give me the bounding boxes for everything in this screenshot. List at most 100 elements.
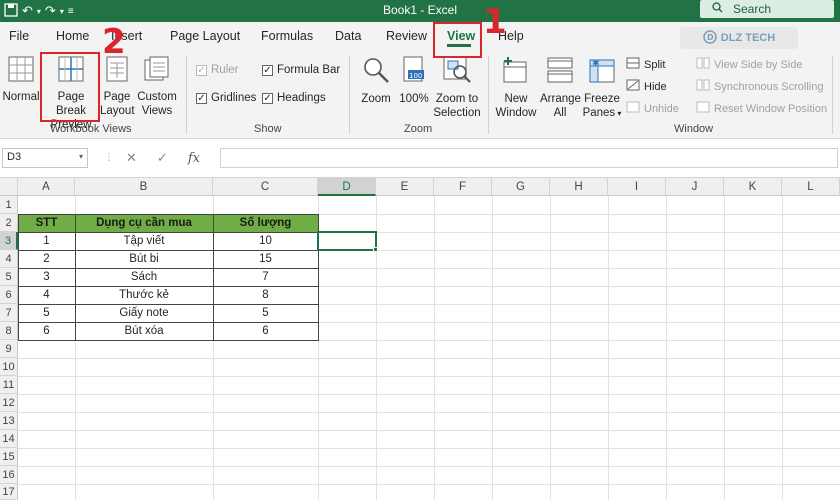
unhide-button[interactable]: Unhide (626, 101, 679, 116)
fill-handle[interactable] (373, 247, 378, 252)
gridline (608, 196, 609, 500)
gridline (18, 394, 840, 395)
column-header[interactable]: F (434, 178, 492, 196)
split-button[interactable]: Split (626, 57, 665, 72)
zoom-100-button[interactable]: 100 100% (398, 56, 430, 106)
row-header[interactable]: 17 (0, 484, 18, 500)
tab-home[interactable]: Home (56, 29, 89, 43)
row-header[interactable]: 8 (0, 322, 18, 340)
zoom-button[interactable]: Zoom (358, 56, 394, 106)
reset-position-icon (696, 101, 710, 116)
gridlines-label: Gridlines (211, 92, 257, 104)
zoom-group-label: Zoom (404, 123, 433, 135)
custom-views-label-2: Views (141, 105, 173, 117)
row-header[interactable]: 13 (0, 412, 18, 430)
row-header[interactable]: 2 (0, 214, 18, 232)
custom-views-icon (136, 56, 178, 86)
zoom-to-selection-label-2: Selection (433, 107, 481, 119)
search-label: Search (733, 2, 772, 16)
row-header-selected[interactable]: 3 (0, 232, 18, 250)
table-border (18, 232, 319, 233)
row-header[interactable]: 7 (0, 304, 18, 322)
cancel-icon[interactable]: ✕ (126, 150, 137, 166)
row-header[interactable]: 16 (0, 466, 18, 484)
normal-view-button[interactable]: Normal (2, 56, 40, 104)
tab-data[interactable]: Data (335, 29, 361, 43)
select-all-corner[interactable] (0, 178, 18, 196)
sync-scroll-label: Synchronous Scrolling (714, 80, 824, 93)
zoom-to-selection-label-1: Zoom to (435, 93, 479, 105)
column-header[interactable]: G (492, 178, 550, 196)
brand-watermark: D DLZ TECH (680, 27, 798, 49)
enter-icon[interactable]: ✓ (157, 150, 168, 166)
tab-review[interactable]: Review (386, 29, 427, 43)
synchronous-scrolling-button[interactable]: Synchronous Scrolling (696, 79, 823, 94)
zoom-100-label: 100% (399, 93, 429, 105)
gridline (18, 358, 840, 359)
gridline (666, 196, 667, 500)
arrange-all-icon (540, 56, 580, 88)
insert-function-icon[interactable]: fx (188, 151, 200, 166)
column-header[interactable]: C (213, 178, 318, 196)
name-box-dropdown-icon[interactable]: ▾ (79, 152, 83, 161)
view-side-by-side-button[interactable]: View Side by Side (696, 57, 802, 72)
unhide-icon (626, 101, 640, 116)
column-header[interactable]: J (666, 178, 724, 196)
tab-file[interactable]: File (9, 29, 29, 43)
row-header[interactable]: 6 (0, 286, 18, 304)
zoom-to-selection-button[interactable]: Zoom to Selection (432, 56, 482, 120)
gridlines-checkbox[interactable]: ✓ Gridlines (196, 92, 256, 104)
column-header[interactable]: A (18, 178, 75, 196)
row-header[interactable]: 5 (0, 268, 18, 286)
highlight-view-tab (433, 22, 482, 58)
arrange-all-button[interactable]: Arrange All (540, 56, 581, 120)
ribbon-divider (186, 56, 187, 134)
freeze-panes-icon: ✱ (582, 56, 622, 88)
new-window-button[interactable]: New Window (494, 56, 538, 120)
reset-window-position-label: Reset Window Position (714, 102, 828, 115)
column-header[interactable]: E (376, 178, 434, 196)
normal-view-label: Normal (2, 91, 40, 103)
column-header[interactable]: K (724, 178, 782, 196)
tab-page-layout[interactable]: Page Layout (170, 29, 240, 43)
formula-input[interactable] (220, 148, 838, 168)
column-header-selected[interactable]: D (318, 178, 376, 196)
hide-button[interactable]: Hide (626, 79, 667, 94)
headings-checkbox[interactable]: ✓ Headings (262, 92, 326, 104)
freeze-panes-button[interactable]: ✱ Freeze Panes ▾ (582, 56, 622, 121)
row-header[interactable]: 15 (0, 448, 18, 466)
column-header[interactable]: L (782, 178, 840, 196)
search-box[interactable]: Search (700, 0, 834, 18)
ruler-label: Ruler (211, 64, 239, 76)
reset-window-position-button[interactable]: Reset Window Position (696, 101, 827, 116)
ruler-checkbox[interactable]: ✓ Ruler (196, 64, 238, 76)
column-header[interactable]: I (608, 178, 666, 196)
row-header[interactable]: 14 (0, 430, 18, 448)
zoom-label: Zoom (361, 93, 391, 105)
page-layout-view-button[interactable]: Page Layout (100, 56, 135, 118)
row-header[interactable]: 4 (0, 250, 18, 268)
table-border (18, 250, 319, 251)
row-header[interactable]: 1 (0, 196, 18, 214)
column-header[interactable]: H (550, 178, 608, 196)
formula-bar-checkbox[interactable]: ✓ Formula Bar (262, 64, 340, 76)
row-header[interactable]: 11 (0, 376, 18, 394)
gridline (18, 430, 840, 431)
column-header[interactable]: B (75, 178, 213, 196)
row-header[interactable]: 9 (0, 340, 18, 358)
tab-formulas[interactable]: Formulas (261, 29, 313, 43)
zoom-to-selection-icon (432, 56, 482, 88)
gridline (724, 196, 725, 500)
name-box-value: D3 (7, 151, 22, 163)
row-header[interactable]: 10 (0, 358, 18, 376)
formula-bar: D3 ▾ ⋮ ✕ ✓ fx (0, 140, 840, 178)
name-box[interactable]: D3 ▾ (2, 148, 88, 168)
view-side-by-side-label: View Side by Side (714, 58, 803, 71)
formula-bar-grip-icon: ⋮ (104, 152, 114, 163)
arrange-all-label-2: All (553, 107, 567, 119)
row-header[interactable]: 12 (0, 394, 18, 412)
custom-views-button[interactable]: Custom Views (136, 56, 178, 118)
hide-label: Hide (644, 80, 667, 93)
active-cell-selection[interactable] (317, 231, 377, 251)
formula-buttons: ✕ ✓ fx (118, 148, 216, 168)
